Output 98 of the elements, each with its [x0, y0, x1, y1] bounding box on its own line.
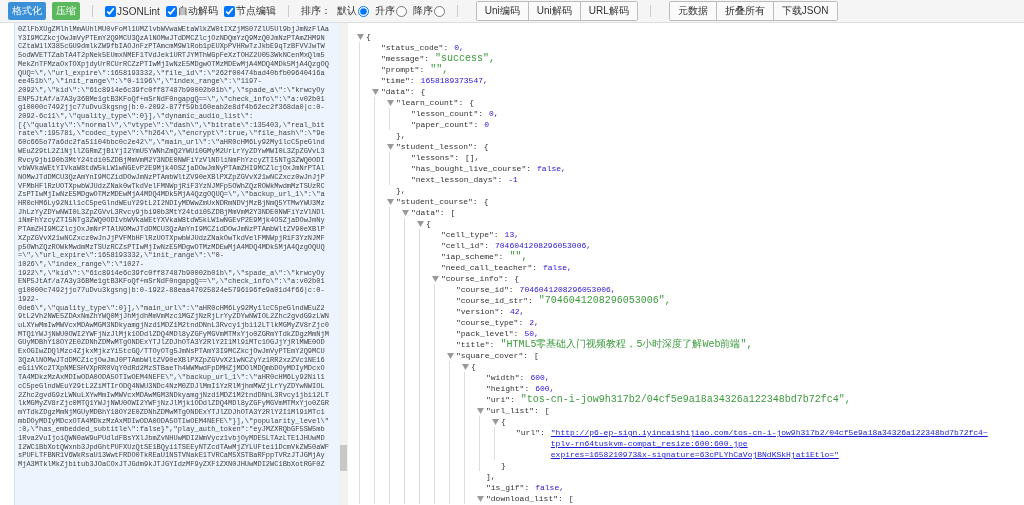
json-value: [], [465, 152, 480, 163]
json-value: false, [535, 482, 565, 493]
json-value: 0, [454, 42, 464, 53]
checkbox-label: 自动解码 [177, 4, 218, 18]
radio-label: 升序 [374, 4, 395, 18]
json-key: "next_lesson_days": [411, 174, 503, 185]
json-value: 13, [504, 229, 519, 240]
json-key: "course_id": [456, 284, 514, 295]
toolbar-button[interactable]: 元数据 [669, 2, 717, 20]
json-value: 600, [530, 372, 550, 383]
json-value: "", [430, 64, 449, 75]
json-key: "height": [486, 383, 530, 394]
scrollbar[interactable] [339, 23, 348, 505]
checkbox[interactable] [165, 5, 177, 17]
json-value: 42, [510, 306, 525, 317]
json-value: "7046041208296053006", [538, 295, 671, 306]
json-key: "data": [381, 86, 415, 97]
json-value: false, [537, 163, 566, 174]
json-value: "HTML5零基础入门视频教程，5小时深度了解Web前端", [500, 339, 753, 350]
json-key: "cell_id": [441, 240, 489, 251]
json-key: "version": [456, 306, 504, 317]
json-key: "download_list": [486, 493, 563, 504]
json-key: "need_call_teacher": [441, 262, 537, 273]
close-bracket: }, [396, 130, 406, 141]
open-bracket: { [483, 141, 489, 152]
toggle-triangle-icon[interactable] [386, 144, 394, 150]
json-value: 50, [524, 328, 539, 339]
toggle-triangle-icon[interactable] [356, 34, 364, 40]
json-value: "success", [435, 53, 496, 64]
open-bracket: { [483, 196, 489, 207]
json-key: "lesson_count": [411, 108, 483, 119]
json-value: 7046041208296053006, [519, 284, 616, 295]
json-value: "tos-cn-i-jow9h317b2/04cf5e9a18a34326a122348bd7b72fc4", [520, 394, 851, 405]
json-key: "status_code": [381, 42, 449, 53]
radio-button[interactable] [357, 5, 369, 17]
open-bracket: { [426, 218, 431, 229]
toolbar-button[interactable]: URL解码 [580, 2, 637, 20]
json-key: "message": [381, 53, 429, 64]
open-bracket: { [420, 86, 426, 97]
json-key: "has_bought_live_course": [411, 163, 532, 174]
json-key: "title": [456, 339, 495, 350]
json-key: "course_info": [441, 273, 509, 284]
toolbar-button[interactable]: Uni解码 [528, 2, 581, 20]
json-value: 7046041208296053006, [495, 240, 592, 251]
json-value: 2, [529, 317, 539, 328]
checkbox[interactable] [105, 5, 116, 17]
json-value: 0, [489, 108, 499, 119]
close-bracket: ], [486, 471, 496, 482]
toolbar-button[interactable]: 下载JSON [773, 2, 837, 20]
json-key: "learn_count": [396, 97, 464, 108]
open-bracket: [ [450, 207, 456, 218]
json-key: "data": [411, 207, 445, 218]
json-key: "is_gif": [486, 482, 530, 493]
open-bracket: { [366, 31, 371, 42]
toggle-triangle-icon[interactable] [431, 276, 439, 282]
open-bracket: [ [568, 493, 574, 504]
url-link[interactable]: "http://p6-ep-sign.iyincaishijiao.com/tos-cn-i-jow9h317b2/04cf5e9a18a34326a122348bd7b72fc4~tplv-rn64tuskvm-compat_resize:600:600.jpe expires=1658210973&x-signature=63cPLYhCaVojBNdKSkHjat1Etlo=" [550, 427, 991, 460]
json-key: "course_type": [456, 317, 524, 328]
json-value: "", [509, 251, 528, 262]
json-key: "url": [516, 427, 545, 438]
open-bracket: { [514, 273, 520, 284]
json-key: "cell_type": [441, 229, 499, 240]
open-bracket: { [501, 416, 506, 427]
json-key: "width": [486, 372, 525, 383]
json-key: "paper_count": [411, 119, 479, 130]
close-bracket: }, [396, 185, 406, 196]
toolbar-button[interactable]: Uni编码 [476, 2, 529, 20]
radio-label: 降序 [412, 4, 433, 18]
json-value: -1 [508, 174, 518, 185]
radio-label: 默认 [336, 4, 357, 18]
json-key: "student_lesson": [396, 141, 478, 152]
open-bracket: [ [534, 350, 539, 361]
toggle-triangle-icon[interactable] [476, 496, 484, 502]
radio-button[interactable] [395, 5, 407, 17]
radio-button[interactable] [433, 5, 445, 17]
json-value: 600, [535, 383, 555, 394]
open-bracket: [ [544, 405, 550, 416]
checkbox-label: JSONLint [117, 5, 160, 17]
json-value: 1658189373547, [420, 75, 488, 86]
json-key: "square_cover": [456, 350, 528, 361]
json-value: 0 [484, 119, 490, 130]
toolbar-button[interactable]: 折叠所有 [716, 2, 774, 20]
json-key: "uri": [486, 394, 515, 405]
json-key: "pack_level": [456, 328, 519, 339]
json-value: false, [543, 262, 572, 273]
close-bracket: } [501, 460, 506, 471]
checkbox[interactable] [223, 5, 235, 17]
json-key: "course_id_str": [456, 295, 533, 306]
json-key: "prompt": [381, 64, 425, 75]
json-key: "time": [381, 75, 415, 86]
open-bracket: { [469, 97, 475, 108]
json-key: "student_course": [396, 196, 478, 207]
json-key: "lessons": [411, 152, 459, 163]
sort-label: 排序： [300, 4, 331, 18]
json-key: "iap_scheme": [441, 251, 504, 262]
json-key: "url_list": [486, 405, 539, 416]
checkbox-label: 节点编辑 [235, 4, 276, 18]
open-bracket: { [471, 361, 476, 372]
